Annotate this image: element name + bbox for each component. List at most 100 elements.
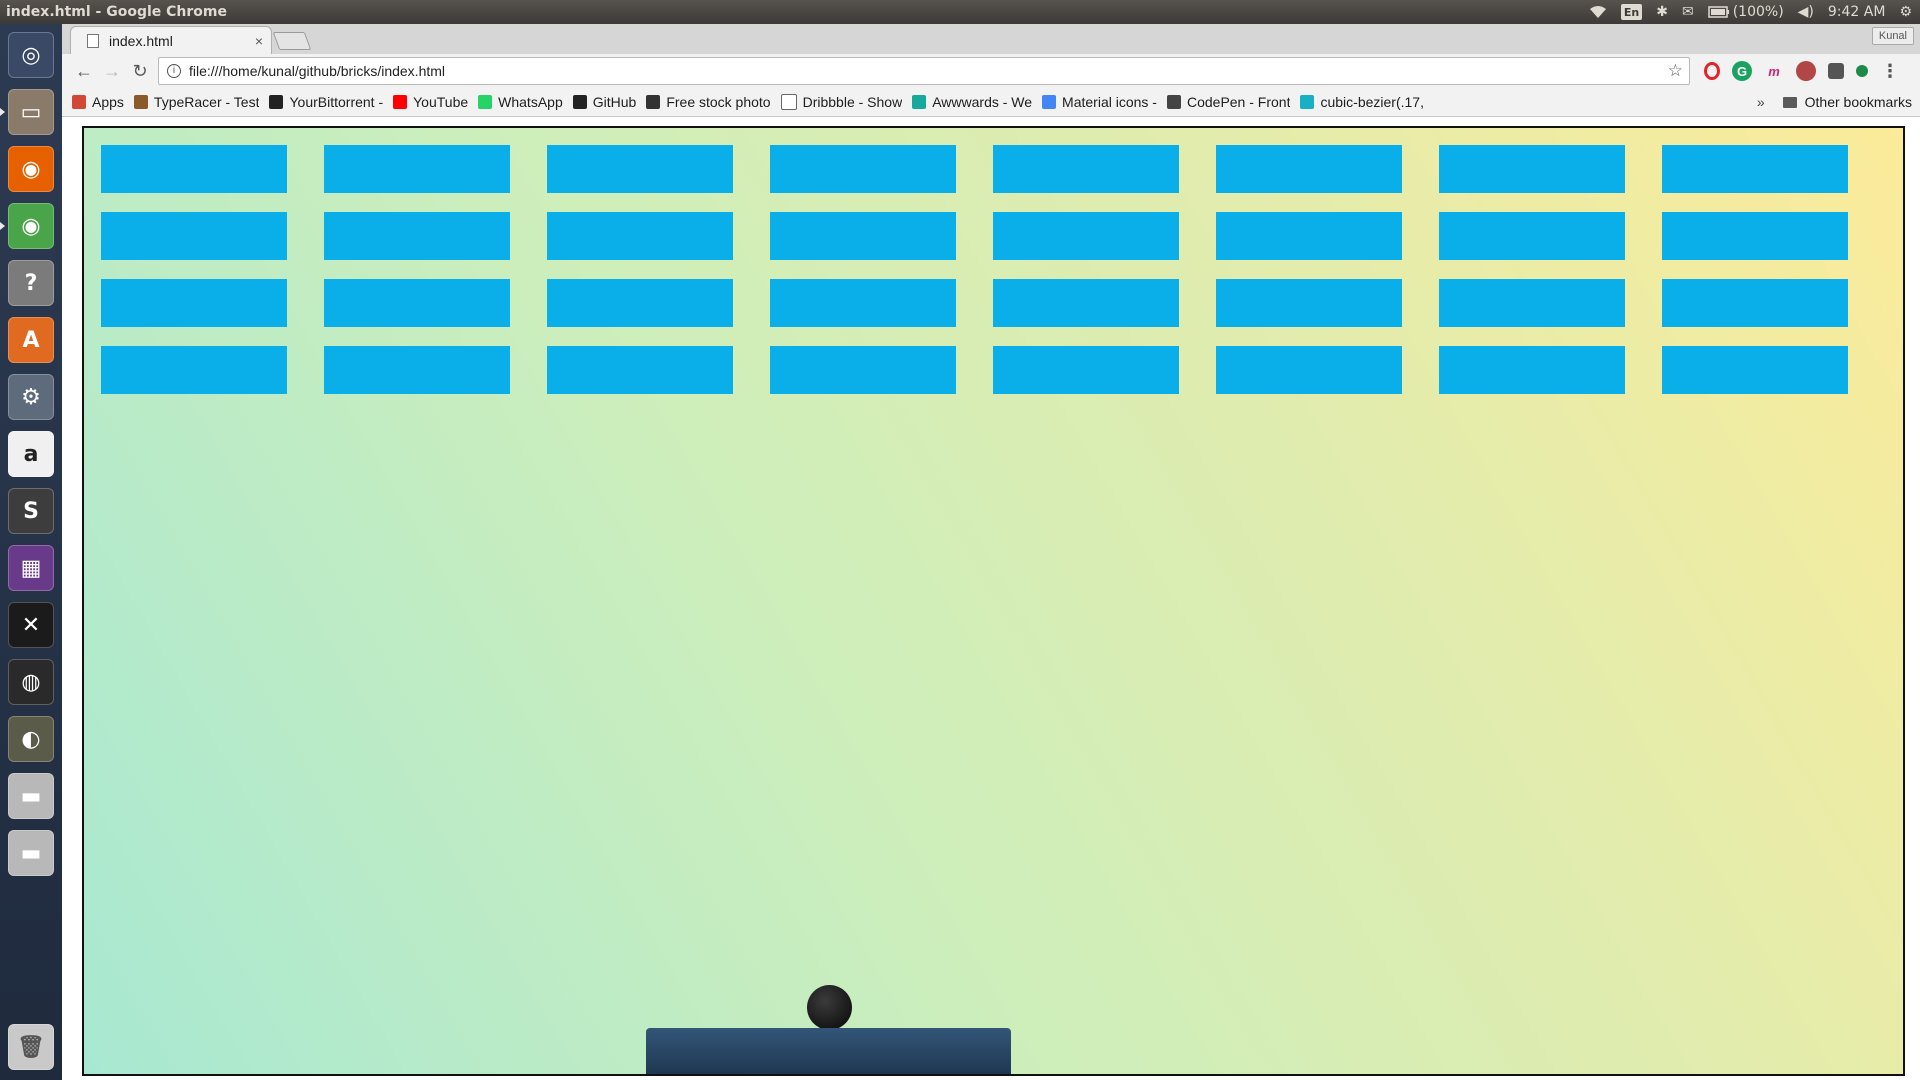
- other-bookmarks-folder[interactable]: Other bookmarks: [1782, 94, 1912, 110]
- firefox-icon[interactable]: ◉: [8, 146, 54, 192]
- brick: [993, 279, 1179, 327]
- bookmark-item[interactable]: Free stock photo: [646, 94, 771, 110]
- bookmark-item[interactable]: CodePen - Front: [1166, 94, 1291, 110]
- brick: [324, 279, 510, 327]
- bookmark-label: Apps: [92, 94, 124, 110]
- wifi-icon[interactable]: [1589, 0, 1607, 24]
- video-editor-icon[interactable]: ▦: [8, 545, 54, 591]
- bookmark-label: Free stock photo: [666, 94, 771, 110]
- running-indicator: [0, 222, 5, 230]
- brick: [547, 212, 733, 260]
- tab-close-button[interactable]: ×: [255, 33, 263, 49]
- brick: [324, 212, 510, 260]
- bookmark-item[interactable]: Dribbble - Show: [780, 94, 902, 110]
- game-board[interactable]: [82, 126, 1905, 1076]
- info-icon[interactable]: i: [167, 64, 181, 78]
- brick: [1216, 279, 1402, 327]
- mercury-extension-icon[interactable]: m: [1764, 61, 1784, 81]
- bookmark-item[interactable]: Apps: [72, 94, 124, 110]
- bluetooth-icon[interactable]: ✱: [1656, 0, 1668, 24]
- webcam-icon[interactable]: ◍: [8, 659, 54, 705]
- reload-icon: ↻: [132, 60, 148, 81]
- system-settings-icon[interactable]: ⚙: [8, 374, 54, 420]
- keyboard-layout-indicator[interactable]: En: [1620, 4, 1643, 20]
- ghostery-extension-icon[interactable]: [1796, 61, 1816, 81]
- page-content: [62, 117, 1920, 1080]
- drive-icon-2[interactable]: ▬: [8, 830, 54, 876]
- forward-button[interactable]: →: [100, 59, 124, 83]
- help-icon[interactable]: ?: [8, 260, 54, 306]
- tab-index-html[interactable]: index.html ×: [70, 26, 272, 55]
- profile-button[interactable]: Kunal: [1871, 27, 1914, 45]
- brick: [1662, 145, 1848, 193]
- brick: [770, 145, 956, 193]
- bookmark-label: TypeRacer - Test: [153, 94, 260, 110]
- grammarly-extension-icon[interactable]: G: [1732, 61, 1752, 81]
- brick: [993, 212, 1179, 260]
- running-indicator: [0, 108, 5, 116]
- bookmark-item[interactable]: TypeRacer - Test: [133, 94, 260, 110]
- xchat-icon[interactable]: ✕: [8, 602, 54, 648]
- brick: [1439, 212, 1625, 260]
- bookmark-star-icon[interactable]: ☆: [1668, 61, 1683, 81]
- software-center-icon[interactable]: A: [8, 317, 54, 363]
- drive-icon[interactable]: ▬: [8, 773, 54, 819]
- green-dot-extension-icon[interactable]: [1856, 65, 1868, 77]
- other-bookmarks-label: Other bookmarks: [1804, 94, 1912, 110]
- menu-dots-icon[interactable]: ⋮: [1880, 61, 1900, 81]
- clock[interactable]: 9:42 AM: [1828, 0, 1886, 24]
- bookmark-item[interactable]: YouTube: [393, 94, 468, 110]
- brick: [1662, 279, 1848, 327]
- paddle[interactable]: [646, 1028, 1011, 1074]
- url-text[interactable]: file:///home/kunal/github/bricks/index.h…: [189, 63, 1668, 79]
- brick: [101, 212, 287, 260]
- bookmark-favicon-icon: [133, 95, 148, 109]
- ubuntu-dash-icon[interactable]: ◎: [8, 32, 54, 78]
- bookmark-item[interactable]: GitHub: [572, 94, 636, 110]
- bookmark-favicon-icon: [1300, 95, 1315, 109]
- window-title: index.html - Google Chrome: [6, 4, 227, 20]
- toolbar: ← → ↻ i file:///home/kunal/github/bricks…: [62, 54, 1920, 88]
- bookmark-label: CodePen - Front: [1186, 94, 1291, 110]
- bookmark-favicon-icon: [393, 95, 408, 109]
- bookmark-item[interactable]: YourBittorrent -: [269, 94, 383, 110]
- brick: [1439, 145, 1625, 193]
- bookmark-favicon-icon: [72, 95, 86, 109]
- bookmark-item[interactable]: WhatsApp: [478, 94, 563, 110]
- bookmark-item[interactable]: cubic-bezier(.17,: [1300, 94, 1424, 110]
- gimp-icon[interactable]: ◐: [8, 716, 54, 762]
- bookmark-label: YouTube: [413, 94, 469, 110]
- indicator-area: En ✱ ✉ (100%) ◀) 9:42 AM ⚙: [1589, 0, 1920, 24]
- tab-strip: index.html × Kunal: [62, 24, 1920, 55]
- files-icon[interactable]: ▭: [8, 89, 54, 135]
- mail-icon[interactable]: ✉: [1682, 0, 1694, 24]
- new-tab-button[interactable]: [272, 32, 312, 50]
- volume-icon[interactable]: ◀): [1798, 0, 1814, 24]
- brick: [993, 145, 1179, 193]
- brick: [993, 346, 1179, 394]
- trash-icon[interactable]: 🗑: [8, 1024, 54, 1070]
- bookmark-favicon-icon: [646, 95, 661, 109]
- sublime-text-icon[interactable]: S: [8, 488, 54, 534]
- bookmark-item[interactable]: Material icons -: [1042, 94, 1157, 110]
- opera-extension-icon[interactable]: [1704, 62, 1720, 80]
- back-button[interactable]: ←: [72, 59, 96, 83]
- session-gear-icon[interactable]: ⚙: [1899, 0, 1912, 24]
- reload-button[interactable]: ↻: [128, 59, 152, 83]
- amazon-icon[interactable]: a: [8, 431, 54, 477]
- battery-indicator[interactable]: (100%): [1707, 0, 1784, 24]
- battery-percent: (100%): [1732, 4, 1784, 20]
- bookmark-item[interactable]: Awwwards - We: [912, 94, 1032, 110]
- brick: [547, 346, 733, 394]
- brick: [770, 212, 956, 260]
- brick: [1216, 145, 1402, 193]
- address-bar[interactable]: i file:///home/kunal/github/bricks/index…: [158, 57, 1690, 85]
- brick: [1216, 212, 1402, 260]
- top-panel: index.html - Google Chrome En ✱ ✉ (100%)…: [0, 0, 1920, 24]
- bookmark-favicon-icon: [1042, 95, 1057, 109]
- lastpass-extension-icon[interactable]: [1828, 63, 1844, 79]
- bookmarks-overflow-button[interactable]: »: [1757, 94, 1765, 110]
- arrow-right-icon: →: [103, 60, 121, 81]
- chrome-icon[interactable]: ◉: [8, 203, 54, 249]
- brick: [101, 346, 287, 394]
